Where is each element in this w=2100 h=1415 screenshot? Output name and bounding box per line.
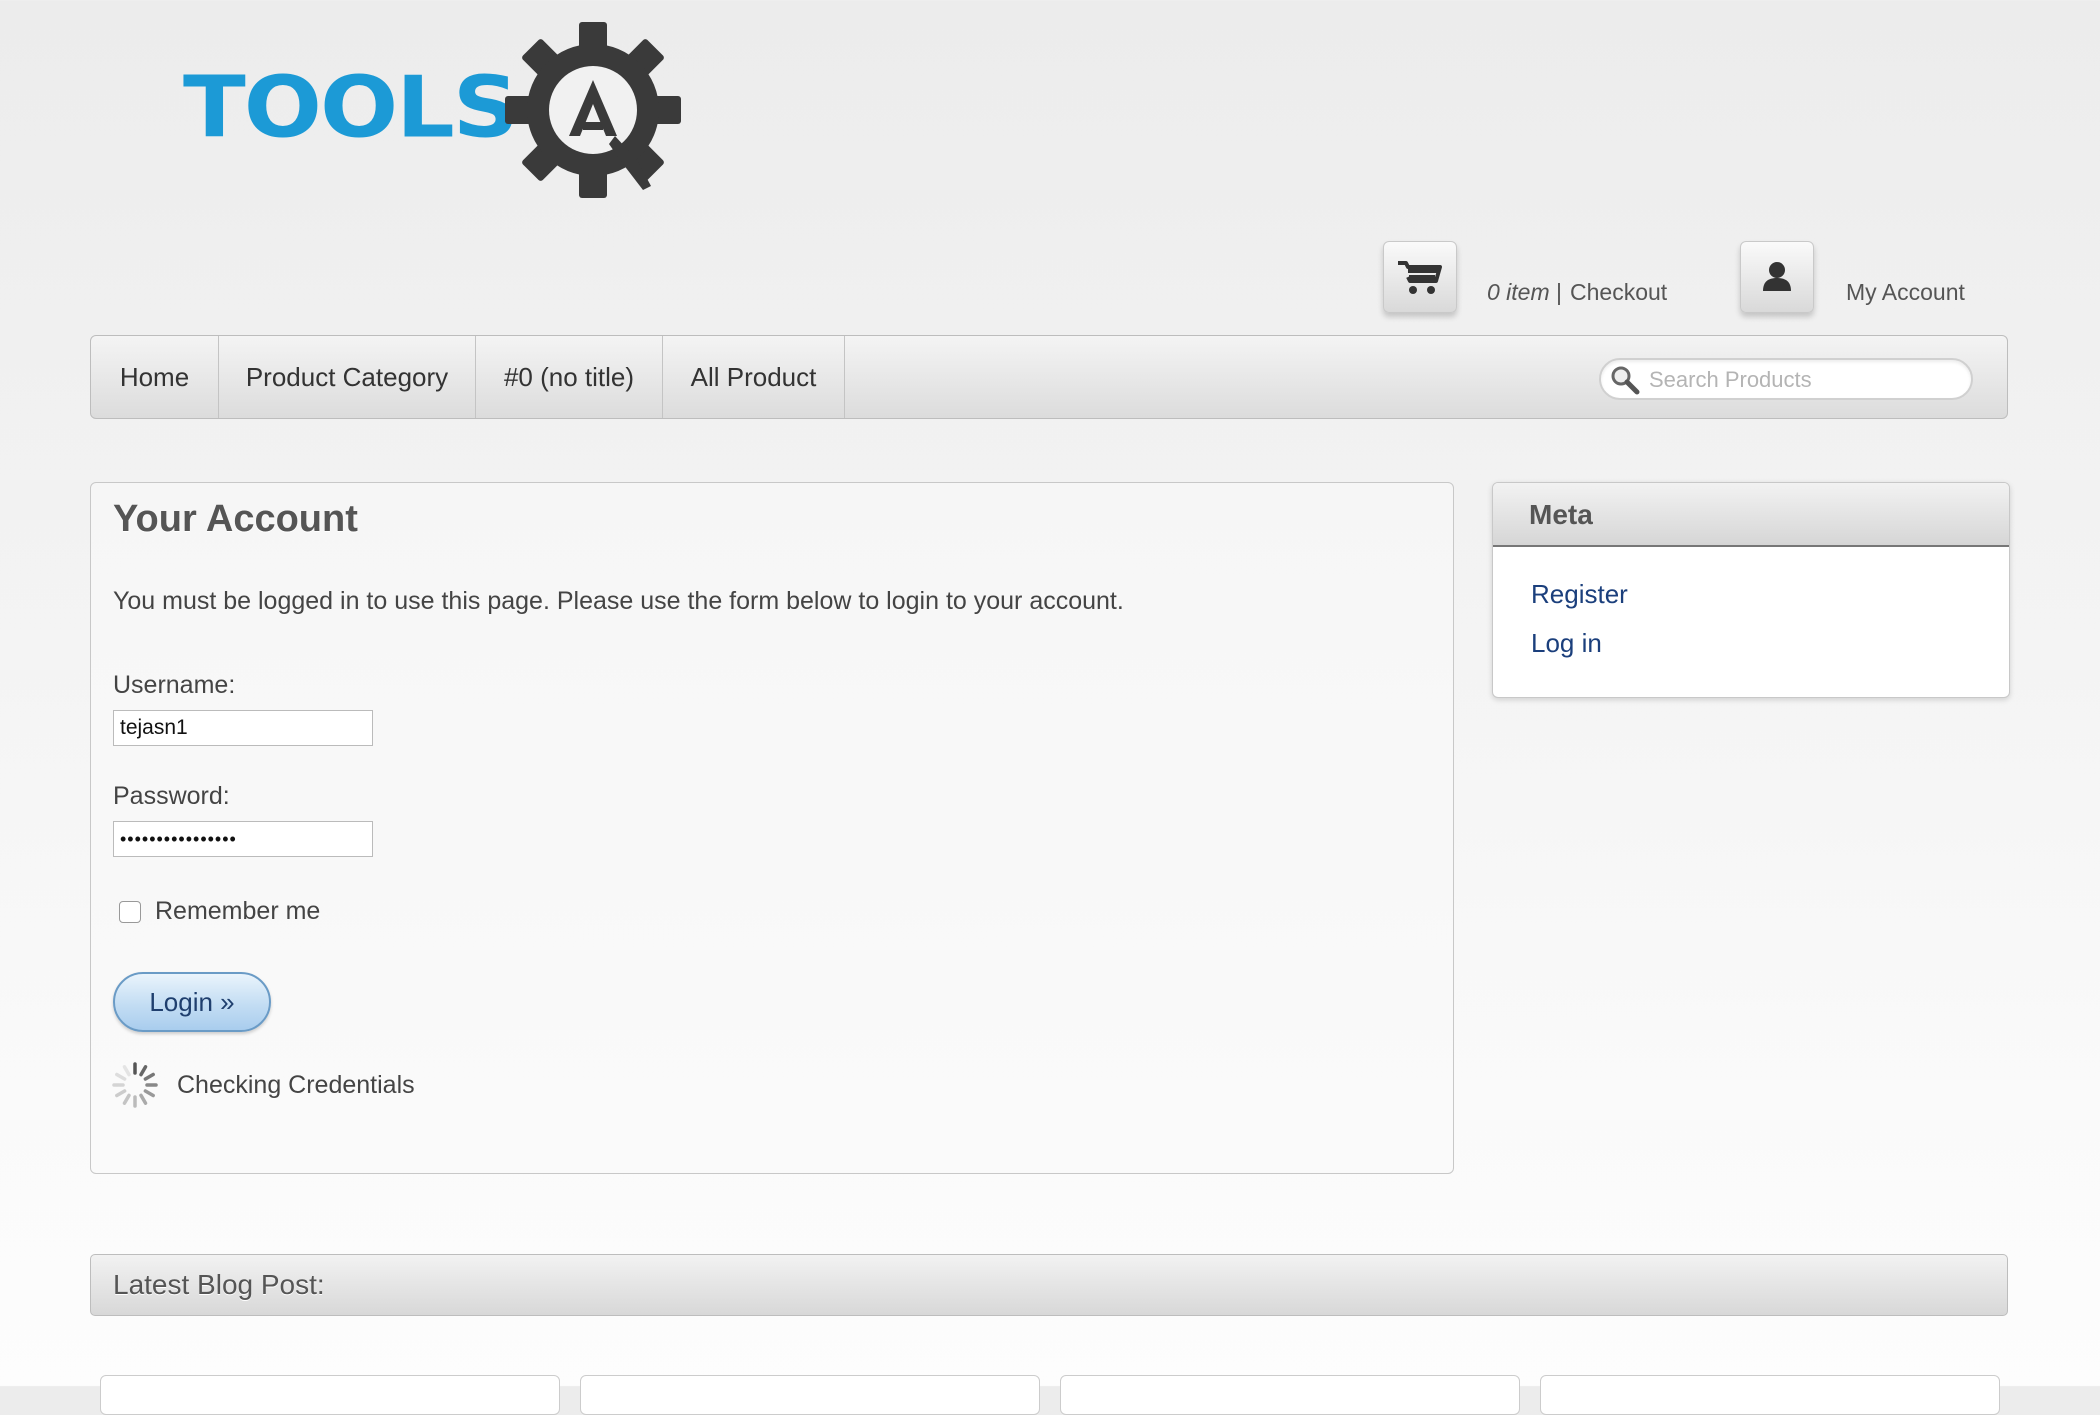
user-icon xyxy=(1763,262,1791,291)
my-account-link[interactable]: My Account xyxy=(1846,279,1965,306)
loading-spinner-icon xyxy=(112,1062,158,1108)
blog-post-card[interactable] xyxy=(580,1375,1040,1415)
nav-item-no-title[interactable]: #0 (no title) xyxy=(476,336,663,418)
latest-blog-post-header: Latest Blog Post: xyxy=(90,1254,2008,1316)
login-link[interactable]: Log in xyxy=(1531,628,1602,659)
account-panel: Your Account You must be logged in to us… xyxy=(90,482,1454,1174)
register-link[interactable]: Register xyxy=(1531,579,1628,610)
meta-widget-header: Meta xyxy=(1493,483,2009,547)
nav-item-home[interactable]: Home xyxy=(91,336,219,418)
blog-post-card[interactable] xyxy=(1540,1375,2000,1415)
cart-button[interactable] xyxy=(1383,241,1457,313)
page-title: Your Account xyxy=(113,498,358,540)
blog-post-card[interactable] xyxy=(1060,1375,1520,1415)
header-separator: | xyxy=(1556,279,1562,305)
meta-widget: Meta Register Log in xyxy=(1492,482,2010,698)
nav-item-all-product[interactable]: All Product xyxy=(663,336,845,418)
nav-item-product-category[interactable]: Product Category xyxy=(219,336,476,418)
main-navigation: Home Product Category #0 (no title) All … xyxy=(90,335,2008,419)
blog-post-card[interactable] xyxy=(100,1375,560,1415)
username-field[interactable] xyxy=(113,710,373,746)
password-label: Password: xyxy=(113,782,230,810)
login-button[interactable]: Login » xyxy=(113,972,271,1032)
shopping-cart-icon xyxy=(1398,261,1442,294)
status-text: Checking Credentials xyxy=(177,1071,415,1099)
latest-blog-post-title: Latest Blog Post: xyxy=(113,1269,325,1300)
site-logo[interactable]: TOOLS xyxy=(183,20,683,200)
remember-me-label: Remember me xyxy=(155,897,321,925)
search-icon xyxy=(1611,366,1640,395)
login-instructions: You must be logged in to use this page. … xyxy=(113,587,1124,615)
search-input[interactable] xyxy=(1647,364,1961,396)
meta-widget-title: Meta xyxy=(1529,499,1593,530)
checkout-link[interactable]: Checkout xyxy=(1570,279,1667,306)
account-button[interactable] xyxy=(1740,241,1814,313)
logo-text: TOOLS xyxy=(183,58,519,157)
password-field[interactable] xyxy=(113,821,373,857)
gear-logo-icon xyxy=(505,22,681,198)
cart-item-count: 0 item xyxy=(1487,279,1550,305)
remember-me-checkbox[interactable] xyxy=(119,901,141,923)
search-box xyxy=(1599,358,1973,400)
username-label: Username: xyxy=(113,671,236,699)
